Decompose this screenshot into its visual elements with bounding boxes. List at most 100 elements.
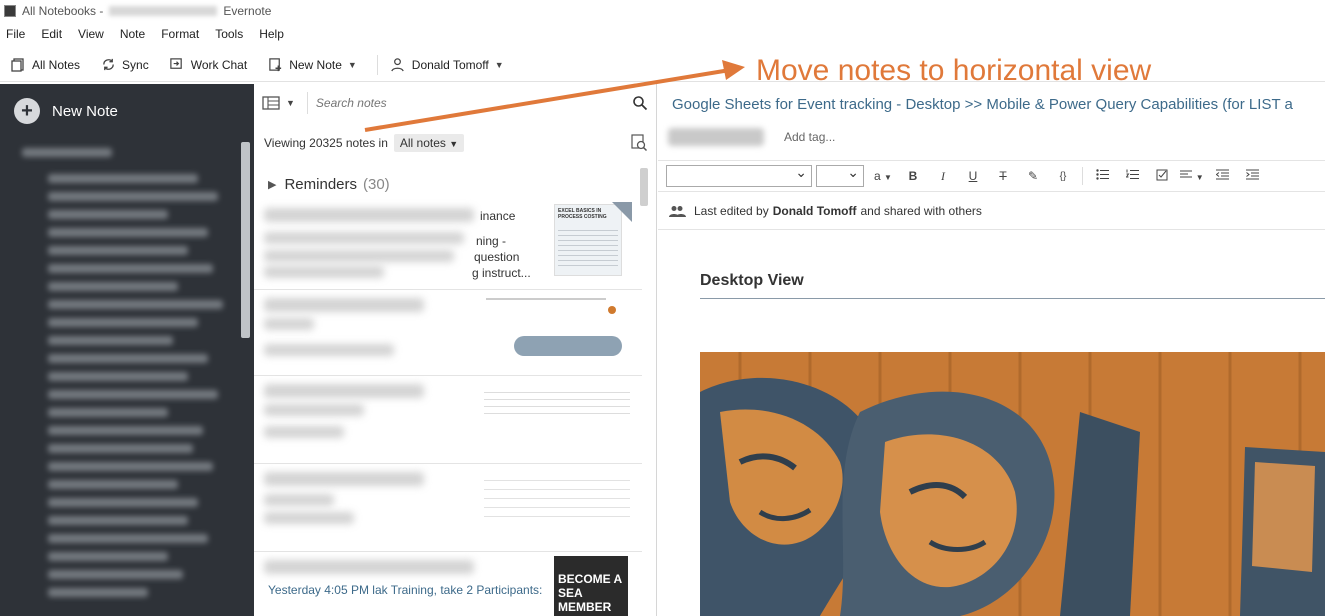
- outdent-button[interactable]: [1207, 169, 1237, 183]
- format-divider: [1082, 167, 1083, 185]
- note-image: [700, 352, 1325, 616]
- note-title[interactable]: Google Sheets for Event tracking - Deskt…: [672, 96, 1325, 113]
- strikethrough-button[interactable]: T: [988, 169, 1018, 183]
- redacted-sidebar-item: [48, 498, 198, 507]
- new-note-label: New Note: [289, 57, 342, 72]
- reminders-label: Reminders: [284, 176, 357, 193]
- new-note-button[interactable]: New Note ▼: [267, 57, 357, 73]
- heading-rule: [700, 298, 1325, 299]
- redacted-sidebar-item: [48, 372, 188, 381]
- lion-artwork-image: [700, 352, 1325, 616]
- note-card[interactable]: Yesterday 4:05 PM lak Training, take 2 P…: [254, 552, 642, 616]
- checkbox-button[interactable]: [1147, 169, 1177, 184]
- redacted-note-snippet: [264, 512, 354, 524]
- redacted-note-snippet: [264, 318, 314, 330]
- menu-view[interactable]: View: [78, 27, 104, 41]
- numbered-list-button[interactable]: [1117, 169, 1147, 183]
- menu-file[interactable]: File: [6, 27, 25, 41]
- note-thumbnail: [480, 292, 634, 372]
- sidebar-scrollbar[interactable]: [241, 142, 250, 338]
- sidebar-new-note-button[interactable]: + New Note: [14, 98, 118, 124]
- thumbnail-table: [484, 386, 630, 416]
- redacted-sidebar-item: [48, 480, 178, 489]
- redacted-sidebar-item: [48, 318, 198, 327]
- last-edited-info: Last edited by Donald Tomoff and shared …: [668, 204, 982, 218]
- font-size-select[interactable]: [816, 164, 864, 187]
- sync-label: Sync: [122, 57, 149, 72]
- sidebar: + New Note: [0, 84, 254, 616]
- note-list-header: ▼: [262, 92, 650, 114]
- title-bar: All Notebooks - Evernote: [0, 0, 1325, 22]
- notebook-scope-label: All notes: [399, 136, 446, 150]
- search-icon[interactable]: [632, 95, 648, 111]
- chevron-down-icon: ▼: [494, 59, 504, 70]
- redacted-sidebar-item: [48, 246, 188, 255]
- menu-help[interactable]: Help: [259, 27, 284, 41]
- thumbnail-dot: [608, 306, 616, 314]
- editor-divider: [658, 229, 1325, 230]
- underline-button[interactable]: U: [958, 169, 988, 183]
- menu-tools[interactable]: Tools: [215, 27, 243, 41]
- search-input[interactable]: [315, 96, 632, 110]
- all-notes-button[interactable]: All Notes: [10, 57, 80, 73]
- bulleted-list-icon: [1095, 169, 1109, 180]
- redacted-notebook-name: [109, 6, 218, 16]
- redacted-sidebar-item: [48, 174, 198, 183]
- menu-edit[interactable]: Edit: [41, 27, 62, 41]
- redacted-note-snippet: [264, 266, 384, 278]
- note-meta-line: Yesterday 4:05 PM lak Training, take 2 P…: [268, 583, 543, 597]
- note-snippet-line: g instruct...: [472, 266, 531, 280]
- align-left-icon: [1180, 170, 1193, 178]
- menu-note[interactable]: Note: [120, 27, 145, 41]
- work-chat-icon: [169, 57, 185, 73]
- redacted-note-snippet: [264, 232, 464, 244]
- bulleted-list-button[interactable]: [1087, 169, 1117, 183]
- checkbox-icon: [1156, 169, 1168, 180]
- redacted-sidebar-item: [48, 588, 148, 597]
- font-family-select[interactable]: [666, 164, 812, 187]
- new-note-icon: [267, 57, 283, 73]
- note-thumbnail: [480, 466, 634, 548]
- code-block-button[interactable]: {}: [1048, 171, 1078, 182]
- font-color-label: a: [874, 169, 881, 183]
- redacted-sidebar-item: [48, 570, 183, 579]
- note-card[interactable]: [254, 290, 642, 376]
- note-list-scrollbar[interactable]: [640, 168, 648, 206]
- menu-format[interactable]: Format: [161, 27, 199, 41]
- align-button[interactable]: ▼: [1177, 169, 1207, 183]
- toolbar-divider: [376, 54, 378, 75]
- chevron-down-icon: ▼: [286, 98, 295, 108]
- add-tag-input[interactable]: Add tag...: [784, 130, 835, 144]
- note-card[interactable]: inance ning - question g instruct... EXC…: [254, 202, 642, 290]
- all-notes-label: All Notes: [32, 57, 81, 72]
- user-account-button[interactable]: Donald Tomoff ▼: [390, 57, 504, 73]
- search-scope-icon[interactable]: [630, 134, 648, 152]
- chevron-down-icon[interactable]: ▼: [348, 60, 357, 70]
- indent-button[interactable]: [1237, 169, 1267, 183]
- view-options-button[interactable]: ▼: [262, 96, 295, 110]
- redacted-sidebar-item: [48, 408, 168, 417]
- note-list-panel: ▼ Viewing 20325 notes in All notes ▼ ▶ R…: [254, 84, 657, 616]
- notebook-scope-dropdown[interactable]: All notes ▼: [393, 134, 465, 152]
- note-card[interactable]: [254, 464, 642, 552]
- note-card[interactable]: [254, 376, 642, 464]
- redacted-sidebar-item: [48, 516, 188, 525]
- highlight-button[interactable]: ✎: [1018, 169, 1048, 183]
- sync-button[interactable]: Sync: [100, 57, 149, 73]
- italic-button[interactable]: I: [928, 169, 958, 184]
- redacted-note-title: [264, 560, 474, 574]
- work-chat-button[interactable]: Work Chat: [169, 57, 247, 73]
- redacted-note-snippet: [264, 494, 334, 506]
- last-edited-prefix: Last edited by: [694, 204, 769, 218]
- bold-button[interactable]: B: [898, 169, 928, 183]
- redacted-sidebar-item: [48, 228, 208, 237]
- note-thumbnail: [480, 378, 634, 460]
- thumbnail-title: BECOME A SEA MEMBER TODA: [558, 572, 622, 616]
- reminders-header[interactable]: ▶ Reminders (30): [268, 176, 390, 193]
- reminder-flag-icon: [612, 202, 632, 222]
- redacted-sidebar-item: [48, 264, 213, 273]
- formatting-toolbar: a ▼ B I U T ✎ {} ▼: [658, 160, 1325, 192]
- note-body-heading: Desktop View: [700, 272, 804, 289]
- redacted-sidebar-item: [22, 148, 112, 157]
- font-color-button[interactable]: a ▼: [868, 169, 898, 183]
